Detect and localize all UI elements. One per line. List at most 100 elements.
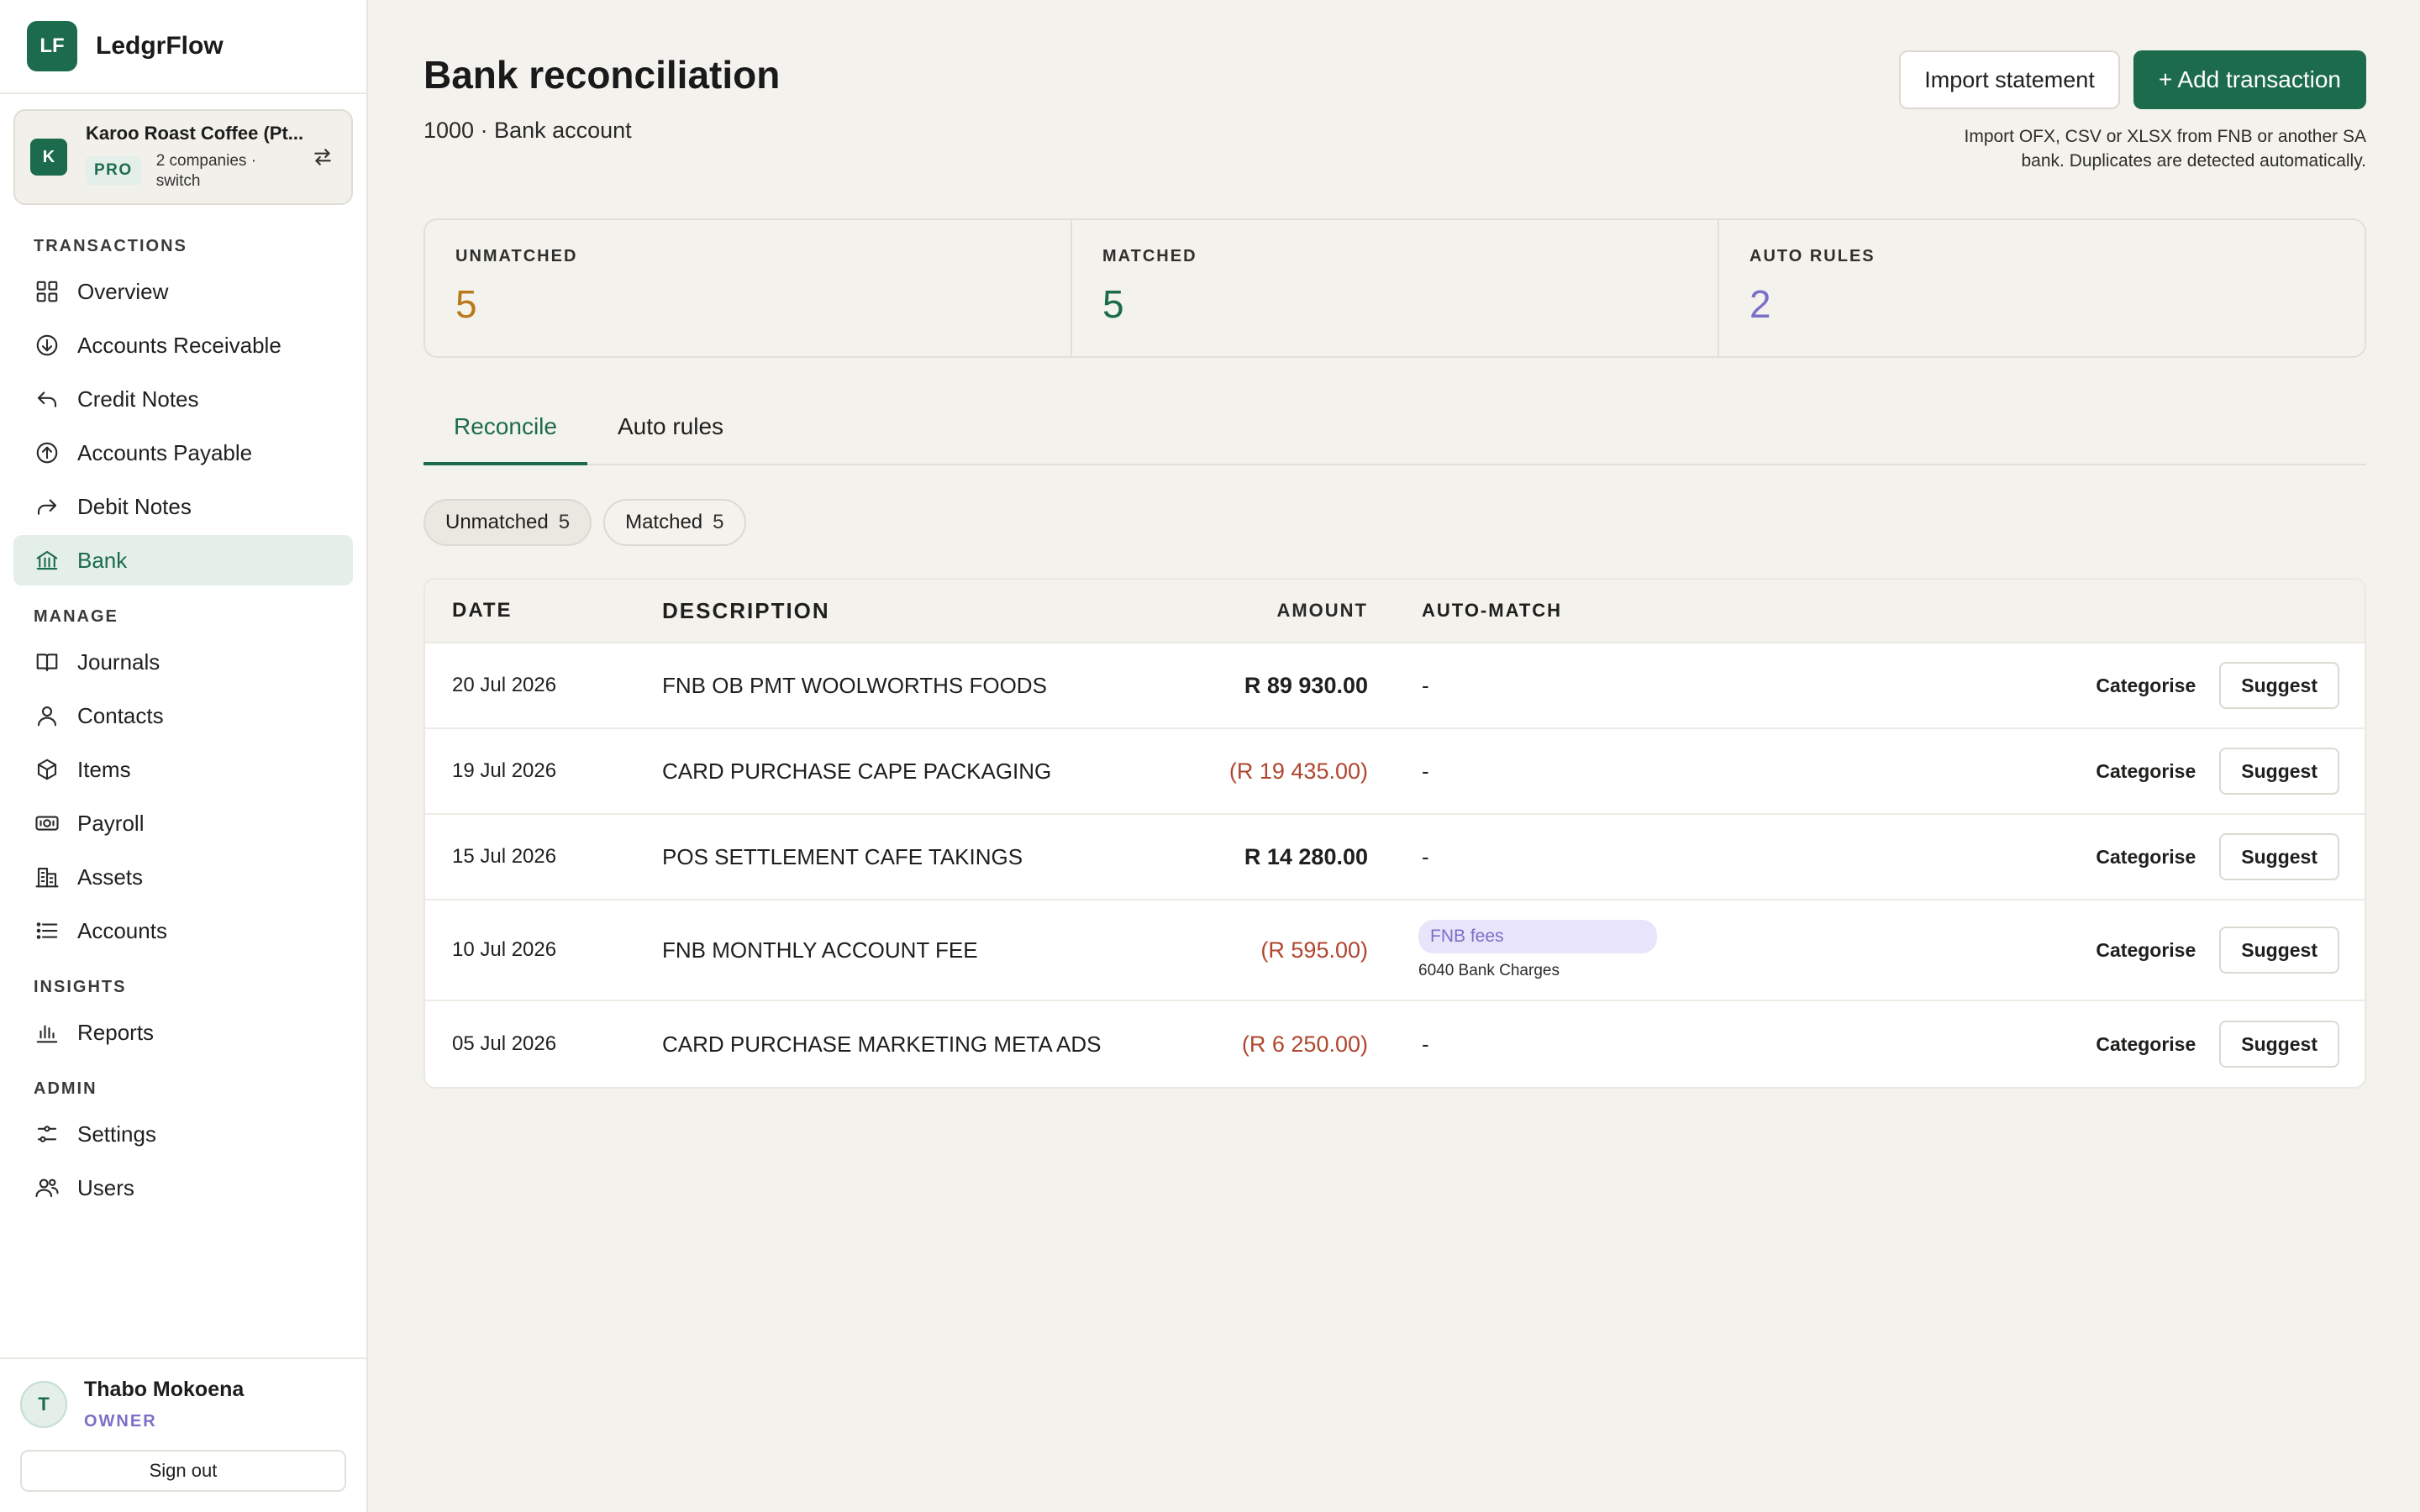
brand-name[interactable]: LedgrFlow [96, 32, 224, 60]
cell-date: 15 Jul 2026 [452, 845, 557, 868]
table-row[interactable]: 19 Jul 2026 CARD PURCHASE CAPE PACKAGING (… [425, 729, 2365, 815]
sidebar-item-label: Contacts [77, 702, 164, 728]
bar-chart-icon [34, 1019, 60, 1046]
main-content: Bank reconciliation 1000 · Bank account … [368, 0, 2420, 1512]
table-row[interactable]: 15 Jul 2026 POS SETTLEMENT CAFE TAKINGS R … [425, 815, 2365, 900]
sidebar-item-label: Journals [77, 648, 160, 675]
arrow-down-circle-icon [34, 332, 60, 359]
stat-value: 5 [1102, 282, 1124, 326]
categorise-button[interactable]: Categorise [2096, 760, 2196, 783]
tab-reconcile[interactable]: Reconcile [424, 413, 587, 465]
cell-amount: R 14 280.00 [1244, 843, 1368, 869]
sidebar-item-reports[interactable]: Reports [13, 1007, 353, 1058]
sidebar-item-settings[interactable]: Settings [13, 1109, 353, 1159]
sidebar-item-label: Credit Notes [77, 386, 199, 412]
book-icon [34, 648, 60, 675]
table-body: 20 Jul 2026 FNB OB PMT WOOLWORTHS FOODS R … [425, 643, 2365, 1087]
transactions-table: DATE DESCRIPTION AMOUNT AUTO-MATCH 20 Ju… [424, 578, 2366, 1089]
cell-auto-match: - [1422, 672, 1429, 698]
filter-label: Unmatched [445, 511, 549, 533]
import-statement-button[interactable]: Import statement [1899, 50, 2120, 109]
add-transaction-button[interactable]: + Add transaction [2133, 50, 2366, 109]
brand: LF LedgrFlow [0, 0, 366, 94]
sidebar-item-label: Accounts Payable [77, 439, 253, 465]
stat-matched: MATCHED 5 [1072, 220, 1719, 356]
sidebar-item-journals[interactable]: Journals [13, 637, 353, 687]
sidebar-item-label: Overview [77, 278, 169, 304]
page-title: Bank reconciliation [424, 53, 781, 97]
sidebar-item-label: Bank [77, 547, 128, 573]
cell-auto-match: FNB fees 6040 Bank Charges [1368, 920, 1797, 980]
company-switcher[interactable]: K Karoo Roast Coffee (Pt... PRO 2 compan… [13, 109, 353, 205]
suggest-button[interactable]: Suggest [2219, 748, 2339, 795]
sidebar-item-label: Accounts Receivable [77, 332, 281, 358]
filter-chips: Unmatched 5 Matched 5 [424, 499, 2366, 546]
suggest-button[interactable]: Suggest [2219, 662, 2339, 709]
sidebar-item-bank[interactable]: Bank [13, 535, 353, 585]
cell-date: 05 Jul 2026 [452, 1032, 557, 1055]
sliders-icon [34, 1121, 60, 1147]
categorise-button[interactable]: Categorise [2096, 939, 2196, 962]
cell-amount: (R 6 250.00) [1241, 1031, 1368, 1057]
building-icon [34, 864, 60, 890]
plan-badge: PRO [86, 156, 141, 185]
sidebar-item-label: Users [77, 1174, 134, 1200]
cell-auto-match: - [1422, 843, 1429, 869]
sidebar-item-payroll[interactable]: Payroll [13, 798, 353, 848]
sidebar-item-accounts-payable[interactable]: Accounts Payable [13, 428, 353, 478]
stat-label: MATCHED [1102, 247, 1197, 265]
categorise-button[interactable]: Categorise [2096, 1033, 2196, 1056]
users-icon [34, 1174, 60, 1201]
filter-count: 5 [713, 511, 724, 533]
filter-label: Matched [625, 511, 703, 533]
avatar[interactable]: T [20, 1381, 67, 1428]
cell-amount: (R 595.00) [1260, 937, 1368, 963]
suggest-button[interactable]: Suggest [2219, 1021, 2339, 1068]
sidebar-item-credit-notes[interactable]: Credit Notes [13, 374, 353, 424]
sidebar-item-label: Accounts [77, 917, 167, 943]
sidebar-item-accounts-receivable[interactable]: Accounts Receivable [13, 320, 353, 370]
filter-unmatched[interactable]: Unmatched 5 [424, 499, 592, 546]
suggest-button[interactable]: Suggest [2219, 927, 2339, 974]
header-date: DATE [452, 599, 513, 622]
sidebar-item-label: Debit Notes [77, 493, 192, 519]
person-icon [34, 702, 60, 729]
company-name: Karoo Roast Coffee (Pt... [86, 123, 304, 144]
company-count: 2 companies · switch [155, 152, 257, 190]
nav-section: INSIGHTS Reports [0, 978, 366, 1058]
categorise-button[interactable]: Categorise [2096, 846, 2196, 869]
company-avatar: K [30, 139, 67, 176]
brand-logo[interactable]: LF [27, 21, 77, 71]
filter-matched[interactable]: Matched 5 [603, 499, 746, 546]
cell-date: 10 Jul 2026 [452, 938, 557, 961]
nav-heading: INSIGHTS [34, 978, 127, 996]
stat-auto-rules: AUTO RULES 2 [1719, 220, 2365, 356]
sidebar-item-assets[interactable]: Assets [13, 852, 353, 902]
sidebar-item-items[interactable]: Items [13, 744, 353, 795]
categorise-button[interactable]: Categorise [2096, 675, 2196, 697]
user-name: Thabo Mokoena [84, 1378, 245, 1401]
list-icon [34, 917, 60, 944]
nav-section: MANAGE Journals Contacts Items Payroll Assets… [0, 607, 366, 956]
sidebar-item-accounts[interactable]: Accounts [13, 906, 353, 956]
table-row[interactable]: 10 Jul 2026 FNB MONTHLY ACCOUNT FEE (R 595… [425, 900, 2365, 1001]
tab-auto-rules[interactable]: Auto rules [587, 413, 754, 465]
row-actions: Categorise Suggest [1797, 927, 2365, 974]
undo-arrow-icon [34, 386, 60, 412]
arrow-up-circle-icon [34, 439, 60, 466]
sidebar-item-debit-notes[interactable]: Debit Notes [13, 481, 353, 532]
suggest-button[interactable]: Suggest [2219, 833, 2339, 880]
sidebar-item-label: Items [77, 756, 131, 782]
page-header: Bank reconciliation 1000 · Bank account … [424, 50, 2366, 173]
sidebar-item-contacts[interactable]: Contacts [13, 690, 353, 741]
table-row[interactable]: 20 Jul 2026 FNB OB PMT WOOLWORTHS FOODS R … [425, 643, 2365, 729]
sidebar-item-overview[interactable]: Overview [13, 266, 353, 317]
switch-arrows-icon[interactable] [308, 142, 338, 172]
table-row[interactable]: 05 Jul 2026 CARD PURCHASE MARKETING META … [425, 1001, 2365, 1087]
cell-description: POS SETTLEMENT CAFE TAKINGS [662, 843, 1023, 869]
sign-out-button[interactable]: Sign out [20, 1450, 346, 1492]
sidebar-item-users[interactable]: Users [13, 1163, 353, 1213]
nav-heading: TRANSACTIONS [34, 237, 187, 255]
sidebar-item-label: Settings [77, 1121, 156, 1147]
sidebar-item-label: Assets [77, 864, 144, 890]
